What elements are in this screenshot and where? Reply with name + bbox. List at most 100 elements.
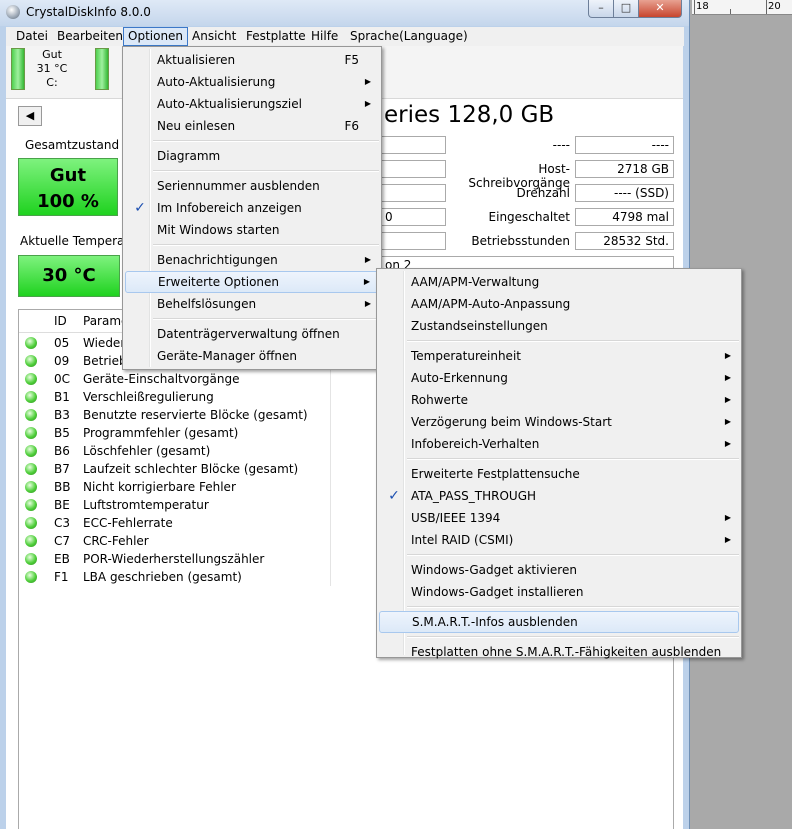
info-field [380,160,446,178]
drive-model-title: eries 128,0 GB [384,102,555,128]
menu-item-label: ATA_PASS_THROUGH [411,489,537,503]
advanced-item-erweiterte-festplattensuche[interactable]: Erweiterte Festplattensuche [379,463,739,485]
menu-item-label: Auto-Aktualisierung [157,75,276,89]
status-led-icon [25,373,37,385]
options-item-neu-einlesen[interactable]: Neu einlesen F6 [125,115,379,137]
minimize-button[interactable]: – [588,0,614,18]
menu-item-label: Seriennummer ausblenden [157,179,320,193]
advanced-item-temperatureinheit[interactable]: Temperatureinheit ▶ [379,345,739,367]
advanced-item-ata-pass-through[interactable]: ✓ ATA_PASS_THROUGH [379,485,739,507]
table-row[interactable]: EB POR-Wiederherstellungszähler [19,550,330,568]
options-item-seriennummer-ausblenden[interactable]: Seriennummer ausblenden [125,175,379,197]
table-row[interactable]: B3 Benutzte reservierte Blöcke (gesamt) [19,406,330,424]
menu-item-label: Benachrichtigungen [157,253,278,267]
table-row[interactable]: B1 Verschleißregulierung [19,388,330,406]
checkmark-icon: ✓ [134,200,146,216]
menu-item-label: Windows-Gadget installieren [411,585,584,599]
menu-item-label: Verzögerung beim Windows-Start [411,415,612,429]
submenu-arrow-icon: ▶ [724,439,731,448]
drive-status: Gut [42,48,62,61]
options-item-auto-aktualisierungsziel[interactable]: Auto-Aktualisierungsziel ▶ [125,93,379,115]
menu-item-label: Geräte-Manager öffnen [157,349,298,363]
table-row[interactable]: B7 Laufzeit schlechter Blöcke (gesamt) [19,460,330,478]
menu-item-label: S.M.A.R.T.-Infos ausblenden [412,615,578,629]
options-item-im-infobereich-anzeigen[interactable]: ✓ Im Infobereich anzeigen [125,197,379,219]
attribute-id: B7 [54,462,70,476]
column-header-id[interactable]: ID [54,314,67,328]
options-item-auto-aktualisierung[interactable]: Auto-Aktualisierung ▶ [125,71,379,93]
power-on-hours-value: 28532 Std. [575,232,674,250]
drive-health-bar[interactable] [11,48,25,90]
title-bar[interactable]: CrystalDiskInfo 8.0.0 – □ ✕ [0,0,689,26]
table-row[interactable]: B5 Programmfehler (gesamt) [19,424,330,442]
table-row[interactable]: BE Luftstromtemperatur [19,496,330,514]
advanced-item-festplatten-ohne-s-m-a-r-t-fahigkeiten-ausblenden[interactable]: Festplatten ohne S.M.A.R.T.-Fähigkeiten … [379,641,739,663]
menu-separator [153,170,379,172]
advanced-options-submenu: AAM/APM-Verwaltung AAM/APM-Auto-Anpassung… [376,268,742,659]
previous-drive-button[interactable]: ◀ [18,106,42,126]
options-item-mit-windows-starten[interactable]: Mit Windows starten [125,219,379,241]
menu-separator [153,318,379,320]
menu-item-label: Rohwerte [411,393,468,407]
drive-health-bar[interactable] [95,48,109,90]
options-item-erweiterte-optionen[interactable]: Erweiterte Optionen ▶ [125,271,379,293]
host-writes-value: 2718 GB [575,160,674,178]
power-on-count-label: Eingeschaltet [488,210,570,224]
menu-hilfe[interactable]: Hilfe [311,29,338,43]
table-row[interactable]: C3 ECC-Fehlerrate [19,514,330,532]
table-row[interactable]: 0C Geräte-Einschaltvorgänge [19,370,330,388]
advanced-item-aam-apm-verwaltung[interactable]: AAM/APM-Verwaltung [379,271,739,293]
drive-button[interactable]: Gut 31 °C C: [28,48,76,90]
advanced-item-aam-apm-auto-anpassung[interactable]: AAM/APM-Auto-Anpassung [379,293,739,315]
menu-item-label: Datenträgerverwaltung öffnen [157,327,340,341]
advanced-item-auto-erkennung[interactable]: Auto-Erkennung ▶ [379,367,739,389]
attribute-id: B1 [54,390,70,404]
menu-item-label: Neu einlesen [157,119,236,133]
advanced-item-s-m-a-r-t-infos-ausblenden[interactable]: S.M.A.R.T.-Infos ausblenden [379,611,739,633]
menu-ansicht[interactable]: Ansicht [192,29,236,43]
rotation-value: ---- (SSD) [575,184,674,202]
column-separator [330,532,331,550]
options-item-behelfslosungen[interactable]: Behelfslösungen ▶ [125,293,379,315]
options-item-benachrichtigungen[interactable]: Benachrichtigungen ▶ [125,249,379,271]
menu-item-label: Temperatureinheit [411,349,521,363]
options-item-gerate-manager-offnen[interactable]: Geräte-Manager öffnen [125,345,379,367]
column-separator [330,496,331,514]
menu-bearbeiten[interactable]: Bearbeiten [57,29,123,43]
options-item-aktualisieren[interactable]: Aktualisieren F5 [125,49,379,71]
maximize-button[interactable]: □ [613,0,639,18]
info-field [380,232,446,250]
attribute-id: B3 [54,408,70,422]
menu-festplatte[interactable]: Festplatte [246,29,306,43]
attribute-name: Verschleißregulierung [83,390,214,404]
rotation-label: Drehzahl [516,186,571,200]
table-row[interactable]: C7 CRC-Fehler [19,532,330,550]
menu-item-shortcut: F6 [344,119,359,133]
options-item-diagramm[interactable]: Diagramm [125,145,379,167]
advanced-item-zustandseinstellungen[interactable]: Zustandseinstellungen [379,315,739,337]
options-item-datentragerverwaltung-offnen[interactable]: Datenträgerverwaltung öffnen [125,323,379,345]
advanced-item-usb-ieee-1394[interactable]: USB/IEEE 1394 ▶ [379,507,739,529]
table-row[interactable]: B6 Löschfehler (gesamt) [19,442,330,460]
advanced-item-infobereich-verhalten[interactable]: Infobereich-Verhalten ▶ [379,433,739,455]
advanced-item-windows-gadget-aktivieren[interactable]: Windows-Gadget aktivieren [379,559,739,581]
menu-sprache[interactable]: Sprache(Language) [350,29,468,43]
menu-item-label: Mit Windows starten [157,223,280,237]
attribute-name: LBA geschrieben (gesamt) [83,570,242,584]
info-field [380,184,446,202]
status-led-icon [25,409,37,421]
status-led-icon [25,355,37,367]
table-row[interactable]: BB Nicht korrigierbare Fehler [19,478,330,496]
attribute-name: Luftstromtemperatur [83,498,209,512]
close-button[interactable]: ✕ [638,0,682,18]
menu-optionen[interactable]: Optionen [123,27,189,46]
advanced-item-rohwerte[interactable]: Rohwerte ▶ [379,389,739,411]
advanced-item-windows-gadget-installieren[interactable]: Windows-Gadget installieren [379,581,739,603]
column-separator [330,424,331,442]
table-row[interactable]: F1 LBA geschrieben (gesamt) [19,568,330,586]
info-field [380,136,446,154]
menu-datei[interactable]: Datei [16,29,48,43]
temperature-value: 30 °C [18,255,120,297]
advanced-item-verzogerung-beim-windows-start[interactable]: Verzögerung beim Windows-Start ▶ [379,411,739,433]
advanced-item-intel-raid-csmi[interactable]: Intel RAID (CSMI) ▶ [379,529,739,551]
